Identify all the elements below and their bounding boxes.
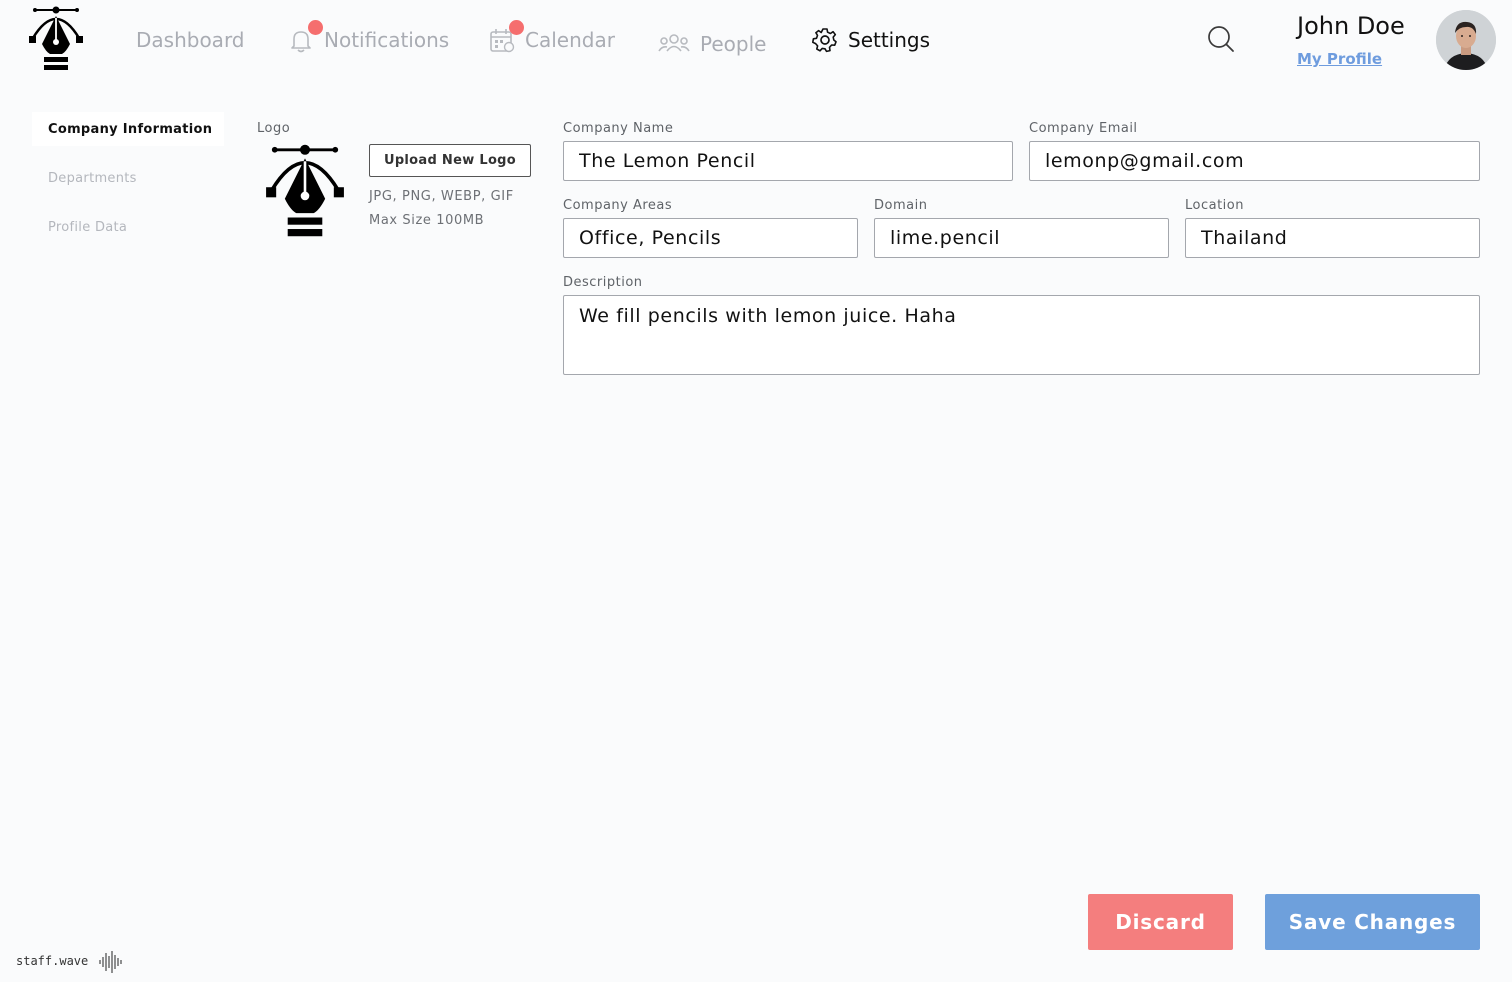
top-navigation-bar: Dashboard Notifications Calendar People … — [0, 0, 1512, 84]
company-name-input[interactable] — [563, 141, 1013, 181]
nav-people[interactable]: People — [658, 28, 766, 60]
company-email-input[interactable] — [1029, 141, 1480, 181]
nav-settings-label: Settings — [848, 28, 931, 52]
notification-badge — [308, 20, 323, 35]
company-areas-input[interactable] — [563, 218, 858, 258]
nav-notifications[interactable]: Notifications — [288, 20, 450, 56]
gear-icon — [812, 27, 838, 53]
bell-icon — [288, 20, 323, 53]
search-icon[interactable] — [1206, 24, 1236, 54]
soundwave-icon — [99, 951, 122, 973]
settings-page: Dashboard Notifications Calendar People … — [0, 0, 1512, 982]
domain-input[interactable] — [874, 218, 1169, 258]
company-name-label: Company Name — [563, 121, 674, 136]
user-name: John Doe — [1297, 12, 1405, 40]
sidebar-item-company-information[interactable]: Company Information — [32, 112, 224, 146]
nav-settings[interactable]: Settings — [812, 24, 930, 56]
sidebar-item-label: Departments — [48, 170, 137, 186]
logo-formats-hint: JPG, PNG, WEBP, GIF — [369, 189, 514, 204]
company-areas-label: Company Areas — [563, 198, 673, 213]
calendar-icon — [489, 20, 524, 53]
nav-notifications-label: Notifications — [324, 28, 450, 52]
sidebar-item-label: Profile Data — [48, 219, 128, 235]
description-textarea[interactable]: We fill pencils with lemon juice. Haha — [563, 295, 1480, 375]
footer-brand: staff.wave — [16, 954, 89, 968]
sidebar-item-label: Company Information — [48, 121, 213, 137]
logo-size-hint: Max Size 100MB — [369, 213, 485, 228]
nav-dashboard[interactable]: Dashboard — [136, 24, 245, 56]
location-label: Location — [1185, 198, 1244, 213]
upload-new-logo-button[interactable]: Upload New Logo — [369, 144, 531, 177]
sidebar-item-profile-data[interactable]: Profile Data — [32, 210, 224, 244]
my-profile-link[interactable]: My Profile — [1297, 50, 1382, 68]
logo-label: Logo — [257, 121, 291, 136]
nav-people-label: People — [700, 32, 767, 56]
nav-calendar-label: Calendar — [525, 28, 615, 52]
avatar[interactable] — [1436, 10, 1496, 70]
nav-dashboard-label: Dashboard — [136, 28, 245, 52]
location-input[interactable] — [1185, 218, 1480, 258]
user-avatar-photo — [1436, 10, 1496, 70]
domain-label: Domain — [874, 198, 928, 213]
sidebar-item-departments[interactable]: Departments — [32, 161, 224, 195]
description-label: Description — [563, 275, 643, 290]
nav-calendar[interactable]: Calendar — [489, 20, 615, 56]
people-icon — [658, 31, 690, 57]
discard-button[interactable]: Discard — [1088, 894, 1233, 950]
save-changes-button[interactable]: Save Changes — [1265, 894, 1480, 950]
calendar-badge — [509, 20, 524, 35]
company-email-label: Company Email — [1029, 121, 1138, 136]
company-logo-image — [266, 144, 344, 237]
pen-tool-logo-icon[interactable] — [28, 6, 84, 74]
